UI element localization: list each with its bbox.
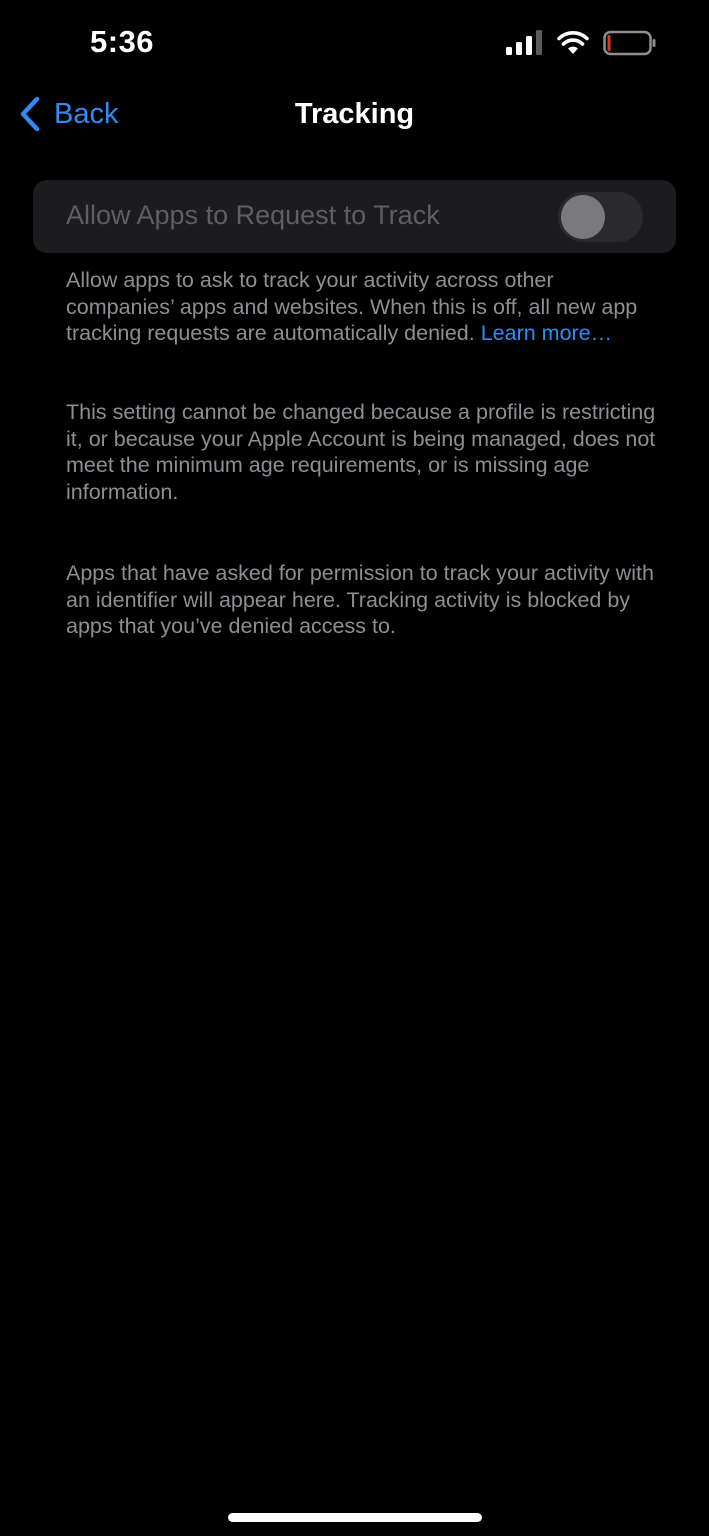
home-indicator[interactable] xyxy=(228,1513,482,1522)
status-icons xyxy=(505,29,657,57)
status-time: 5:36 xyxy=(90,24,155,59)
tracking-description: Allow apps to ask to track your activity… xyxy=(66,267,666,347)
allow-tracking-row: Allow Apps to Request to Track xyxy=(33,180,676,253)
learn-more-link[interactable]: Learn more… xyxy=(481,321,612,345)
status-bar: 5:36 xyxy=(0,0,709,80)
wifi-icon xyxy=(557,31,589,54)
restriction-note: This setting cannot be changed because a… xyxy=(66,400,656,505)
allow-tracking-toggle[interactable] xyxy=(558,192,643,242)
chevron-left-icon xyxy=(20,96,40,132)
navigation-bar: Tracking Back xyxy=(0,88,709,144)
cellular-signal-icon xyxy=(506,30,542,55)
allow-tracking-label: Allow Apps to Request to Track xyxy=(66,200,440,230)
back-label: Back xyxy=(54,97,119,130)
toggle-knob xyxy=(561,195,605,239)
back-button[interactable]: Back xyxy=(18,96,118,132)
battery-low-icon xyxy=(603,30,656,56)
apps-note: Apps that have asked for permission to t… xyxy=(66,561,654,639)
